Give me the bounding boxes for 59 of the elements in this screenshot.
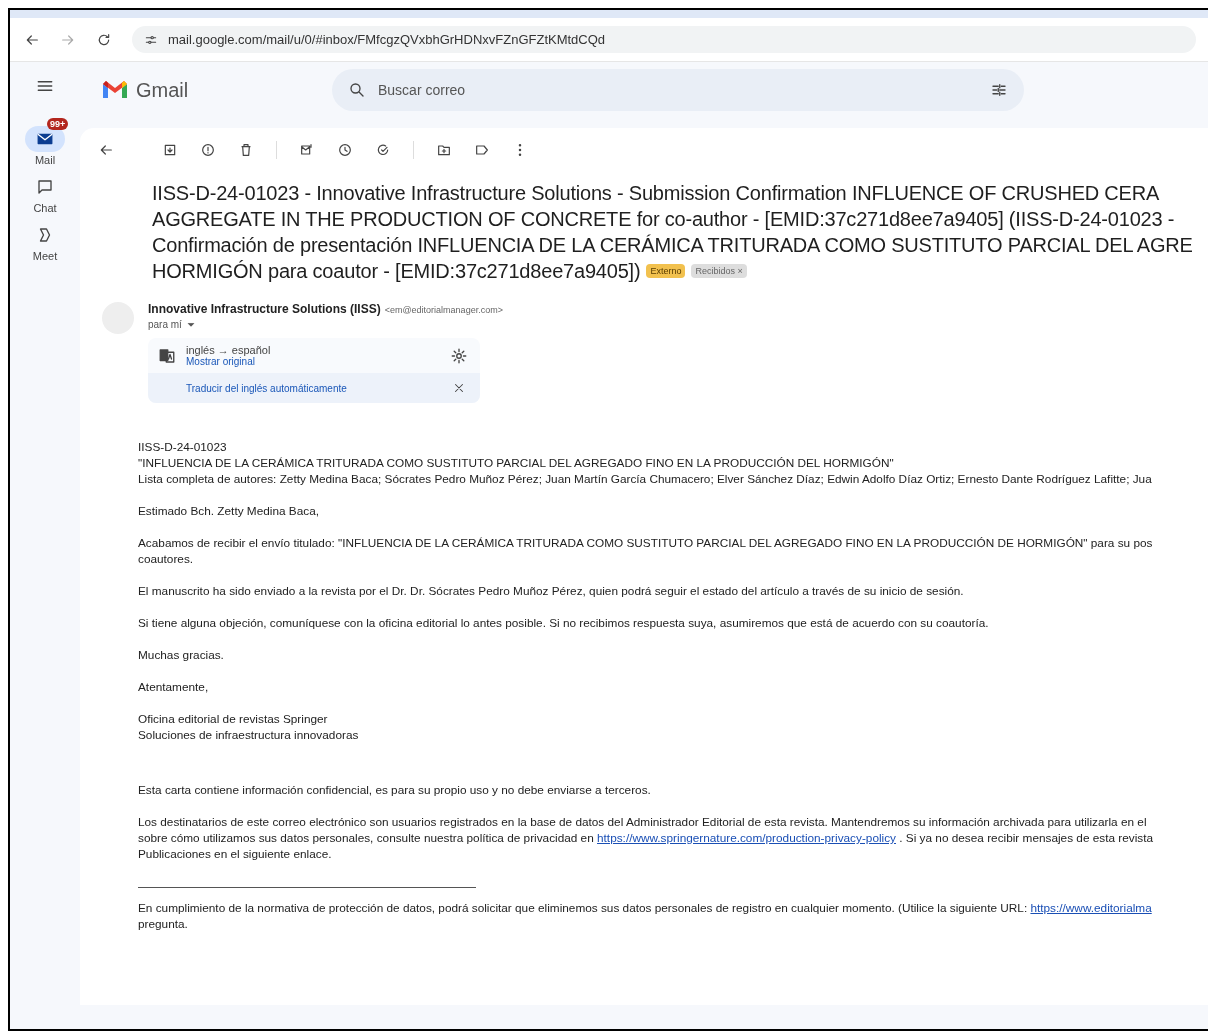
body-text: Publicaciones en el siguiente enlace.	[138, 846, 333, 862]
show-original-link[interactable]: Mostrar original	[186, 356, 440, 367]
body-text: IISS-D-24-01023	[138, 439, 228, 455]
sender-name: Innovative Infrastructure Solutions (IISS)	[148, 302, 381, 316]
settings-icon[interactable]	[450, 346, 468, 365]
email-subject: AGGREGATE IN THE PRODUCTION OF CONCRETE for co-author - [EMID:37c271d8ee7a9405] (IISS-D-24-01023 -	[152, 207, 1175, 231]
link[interactable]: https://www.springernature.com/production-privacy-policy	[597, 831, 896, 845]
back-arrow-icon[interactable]	[98, 142, 114, 158]
inbox-label[interactable]: Recibidos ×	[691, 264, 747, 278]
email-subject: HORMIGÓN para coautor - [EMID:37c271d8ee7a9405])	[152, 259, 641, 283]
body-text: Si tiene alguna objeción, comuníquese con la oficina editorial lo antes posible. Si no recibimos respuesta suya, asumiremos que está de acuerdo con su coautoría.	[138, 615, 990, 631]
gmail-logo-text: Gmail	[136, 78, 189, 102]
filter-options-icon[interactable]	[990, 81, 1008, 99]
email-subject: Confirmación de presentación INFLUENCIA DE LA CERÁMICA TRITURADA COMO SUSTITUTO PARCIAL DEL AGRE	[152, 233, 1193, 257]
link[interactable]: https://www.editorialma	[1030, 901, 1152, 915]
archive-icon[interactable]	[162, 142, 178, 158]
body-text: Atentamente,	[138, 679, 210, 695]
body-text: Lista completa de autores: Zetty Medina Baca; Sócrates Pedro Muñoz Pérez; Juan Martín García Chumacero; Elver Sánchez Díaz; Edwin Adolfo Díaz Ortiz; Ernesto Dante Rodríguez Lafitte; Jua	[138, 471, 1153, 487]
rail-label[interactable]: Meet	[32, 250, 58, 262]
search-icon[interactable]	[348, 81, 366, 99]
body-text: Soluciones de infraestructura innovadoras	[138, 727, 360, 743]
url-text: mail.google.com/mail/u/0/#inbox/FMfcgzQVxbhGrHDNxvFZnGFZtKMtdCQd	[168, 32, 606, 47]
folder-icon[interactable]	[436, 142, 452, 158]
chat-bubble-icon[interactable]	[36, 178, 54, 196]
auto-translate-link[interactable]: Traducir del inglés automáticamente	[186, 382, 347, 394]
trash-icon[interactable]	[238, 142, 254, 158]
search-bar[interactable]: Buscar correo	[332, 69, 1024, 111]
rail-mail-button[interactable]	[25, 126, 65, 152]
report-spam-icon[interactable]	[200, 142, 216, 158]
body-text: El manuscrito ha sido enviado a la revista por el Dr. Dr. Sócrates Pedro Muñoz Pérez, quien podrá seguir el estado del artículo a través de su inicio de sesión.	[138, 583, 965, 599]
body-text: Los destinatarios de este correo electrónico son usuarios registrados en la base de datos del Administrador Editorial de esta revista. Mantendremos su información archivada para utilizarla en el	[138, 814, 1148, 830]
reload-icon[interactable]	[96, 31, 112, 48]
sender-email: <em@editorialmanager.com>	[384, 305, 503, 315]
clock-icon[interactable]	[337, 142, 353, 158]
envelope-icon[interactable]	[299, 142, 315, 158]
rail-label[interactable]: Mail	[34, 154, 56, 166]
email-subject: IISS-D-24-01023 - Innovative Infrastructure Solutions - Submission Confirmation INFLUENCE OF CRUSHED CERA	[152, 181, 1160, 205]
body-text: pregunta.	[138, 916, 189, 932]
body-text: Oficina editorial de revistas Springer	[138, 711, 329, 727]
body-text: coautores.	[138, 551, 195, 567]
body-text: "INFLUENCIA DE LA CERÁMICA TRITURADA COMO SUSTITUTO PARCIAL DEL AGREGADO FINO EN LA PRODUCCIÓN DEL HORMIGÓN"	[138, 455, 895, 471]
search-field[interactable]: Buscar correo	[376, 81, 980, 99]
label-icon[interactable]	[474, 142, 490, 158]
unread-count-badge: 99+	[47, 118, 69, 130]
recipient-dropdown[interactable]: para mí	[148, 319, 503, 330]
body-text: Estimado Bch. Zetty Medina Baca,	[138, 503, 320, 519]
translate-icon[interactable]	[158, 346, 176, 365]
address-bar[interactable]: mail.google.com/mail/u/0/#inbox/FMfcgzQVxbhGrHDNxvFZnGFZtKMtdCQd	[132, 26, 1196, 53]
body-text: Acabamos de recibir el envío titulado: "INFLUENCIA DE LA CERÁMICA TRITURADA COMO SUSTITUTO PARCIAL DEL AGREGADO FINO EN LA PRODUCCIÓN DE HORMIGÓN" para su pos	[138, 535, 1154, 551]
close-icon[interactable]	[452, 381, 466, 395]
rail-label[interactable]: Chat	[33, 202, 57, 214]
translation-languages: inglés → español	[186, 344, 272, 356]
body-text: Muchas gracias.	[138, 647, 225, 663]
gmail-logo-icon	[102, 80, 128, 100]
body-text: Esta carta contiene información confidencial, es para su propio uso y no debe enviarse a terceros.	[138, 782, 652, 798]
external-tag: Externo	[646, 264, 686, 278]
task-check-icon[interactable]	[375, 142, 391, 158]
body-text: En cumplimiento de la normativa de protección de datos, podrá solicitar que eliminemos sus datos personales de registro en cualquier momento. (Utilice la siguiente URL: https://www.editorialma	[138, 900, 1153, 916]
body-text: sobre cómo utilizamos sus datos personales, consulte nuestra política de privacidad en https://www.springernature.com/production-privacy-policy . Si ya no desea recibir mensajes de esta revista	[138, 830, 1155, 846]
